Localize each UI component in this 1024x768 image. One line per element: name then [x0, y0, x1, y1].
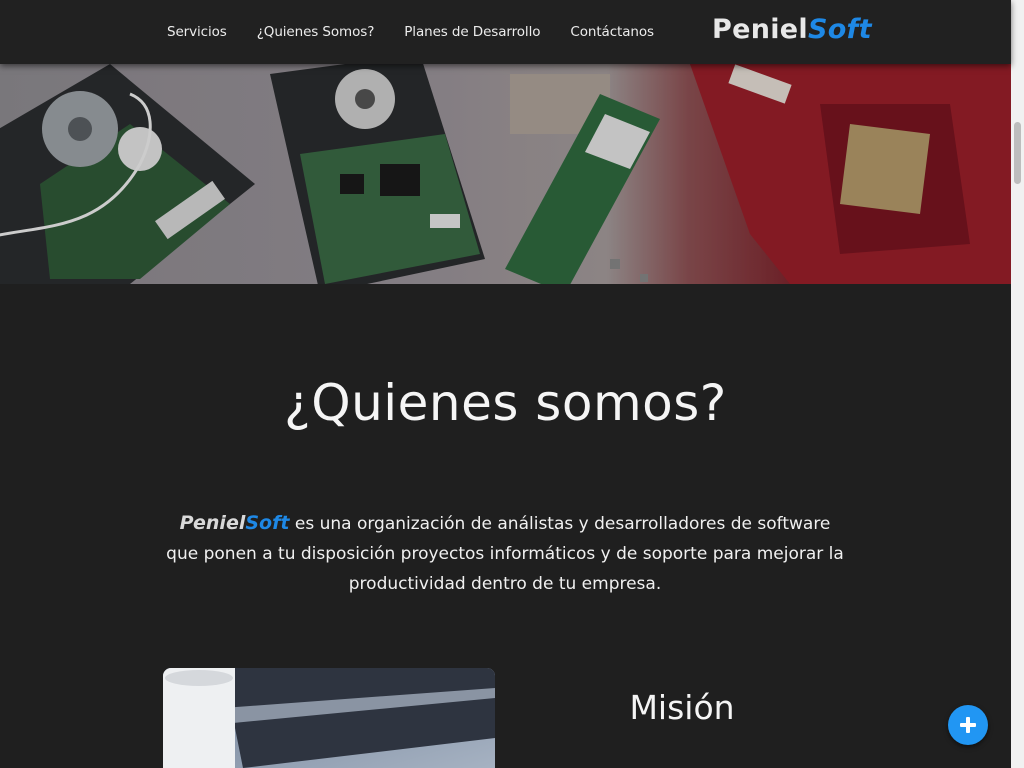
nav-link-planes[interactable]: Planes de Desarrollo	[404, 24, 540, 40]
brand-logo[interactable]: PenielSoft	[712, 14, 872, 45]
about-title: ¿Quienes somos?	[284, 374, 727, 432]
hard-drive-illustration	[0, 64, 255, 284]
brand-part2: Soft	[807, 14, 872, 45]
laptop-photo-illustration	[163, 668, 495, 768]
page-scrollbar[interactable]	[1011, 0, 1024, 768]
nav-link-contactanos[interactable]: Contáctanos	[570, 24, 654, 40]
nav-link-quienes-somos[interactable]: ¿Quienes Somos?	[257, 24, 375, 40]
laptop-photo	[163, 668, 495, 768]
top-navbar: Servicios ¿Quienes Somos? Planes de Desa…	[0, 0, 1011, 64]
ram-module-illustration	[505, 74, 660, 284]
brand-part1: Peniel	[712, 14, 808, 45]
mision-title: Misión	[629, 688, 735, 727]
floating-add-button[interactable]	[948, 705, 988, 745]
about-paragraph: PenielSoft es una organización de anális…	[165, 508, 845, 599]
inline-brand-part1: Peniel	[179, 512, 246, 534]
inline-brand-part2: Soft	[245, 512, 290, 534]
scrollbar-thumb[interactable]	[1014, 122, 1021, 184]
nav-link-servicios[interactable]: Servicios	[167, 24, 227, 40]
hard-drive-board-illustration	[270, 64, 485, 284]
graphics-card-illustration	[690, 64, 1011, 284]
inline-brand: PenielSoft	[180, 512, 290, 534]
nav-links: Servicios ¿Quienes Somos? Planes de Desa…	[167, 0, 684, 64]
plus-icon	[960, 717, 976, 733]
hero-banner-image	[0, 64, 1011, 284]
